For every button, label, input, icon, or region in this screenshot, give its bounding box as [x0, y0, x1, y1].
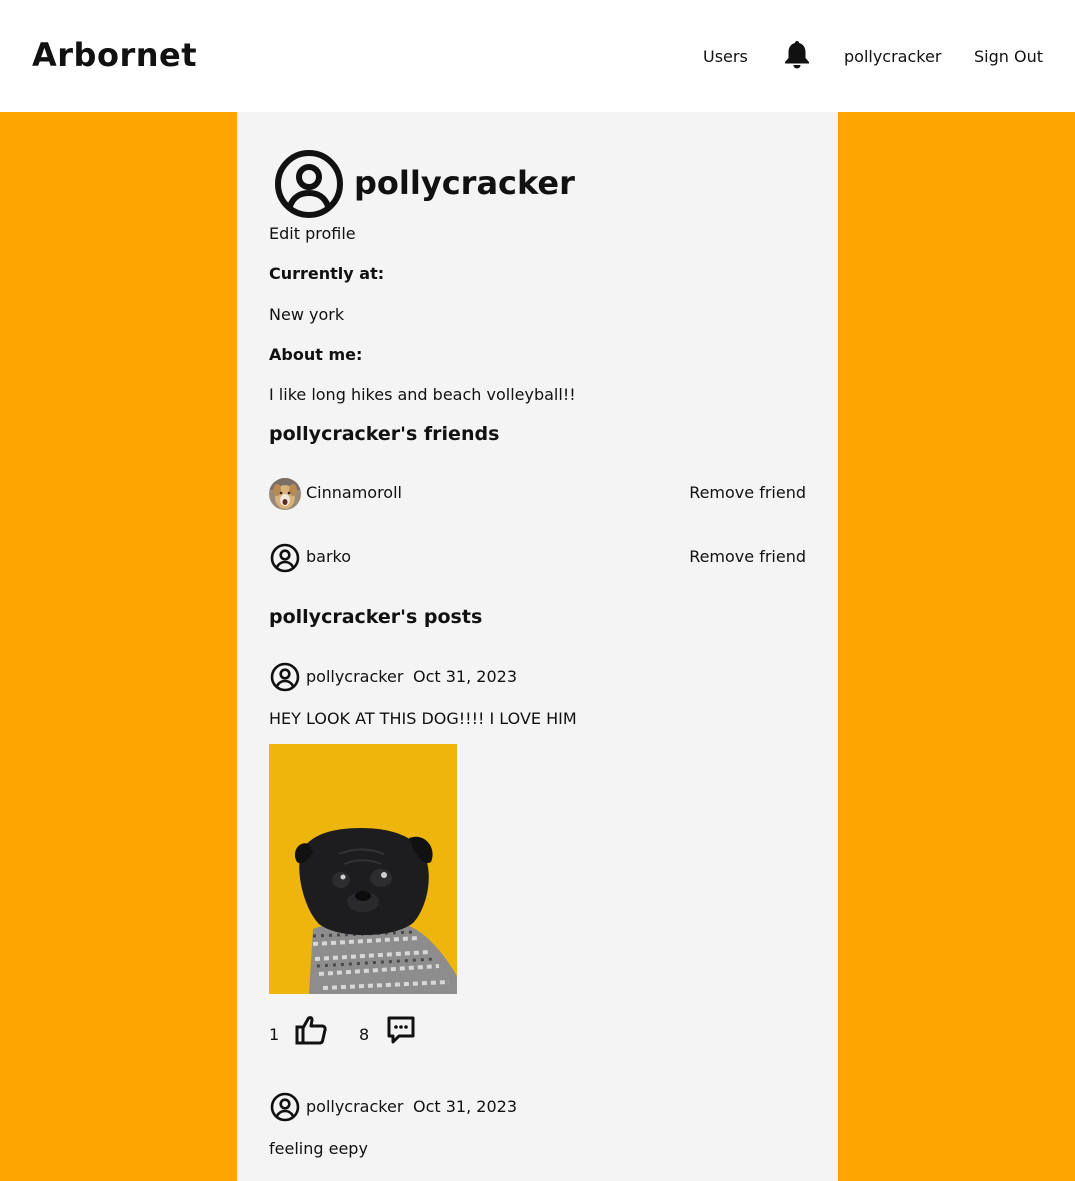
- user-circle-icon[interactable]: [270, 543, 300, 573]
- post-author[interactable]: pollycracker: [306, 1097, 403, 1116]
- about-me-label: About me:: [269, 345, 363, 364]
- friend-name[interactable]: Cinnamoroll: [306, 483, 402, 502]
- profile-username: pollycracker: [354, 164, 575, 202]
- nav-profile-link[interactable]: pollycracker: [844, 47, 941, 66]
- post-author[interactable]: pollycracker: [306, 667, 403, 686]
- bell-icon[interactable]: [783, 39, 811, 69]
- friend-name[interactable]: barko: [306, 547, 351, 566]
- friends-heading: pollycracker's friends: [269, 423, 500, 445]
- remove-friend-button[interactable]: Remove friend: [689, 547, 806, 566]
- nav-users-link[interactable]: Users: [703, 47, 748, 66]
- posts-heading: pollycracker's posts: [269, 606, 483, 628]
- profile-avatar-icon: [274, 149, 344, 219]
- user-circle-icon: [270, 1092, 300, 1122]
- sign-out-link[interactable]: Sign Out: [974, 47, 1043, 66]
- friend-photo-avatar[interactable]: [269, 478, 301, 510]
- remove-friend-button[interactable]: Remove friend: [689, 483, 806, 502]
- profile-panel: pollycracker Edit profile Currently at: …: [237, 112, 838, 1181]
- currently-at-value: New york: [269, 305, 345, 324]
- top-navbar: Arbornet Users pollycracker Sign Out: [0, 0, 1075, 112]
- friend-row: Cinnamoroll Remove friend: [269, 478, 806, 510]
- post-image[interactable]: [269, 744, 457, 994]
- comment-icon[interactable]: [386, 1015, 416, 1045]
- friend-row: barko Remove friend: [269, 542, 806, 574]
- comment-count: 8: [359, 1025, 370, 1044]
- user-circle-icon: [270, 662, 300, 692]
- edit-profile-link[interactable]: Edit profile: [269, 224, 356, 243]
- brand-logo[interactable]: Arbornet: [32, 36, 197, 74]
- post-date: Oct 31, 2023: [413, 667, 517, 686]
- currently-at-label: Currently at:: [269, 264, 385, 283]
- post-date: Oct 31, 2023: [413, 1097, 517, 1116]
- post-text: HEY LOOK AT THIS DOG!!!! I LOVE HIM: [269, 709, 577, 728]
- post-text: feeling eepy: [269, 1139, 368, 1158]
- like-count: 1: [269, 1025, 280, 1044]
- about-me-value: I like long hikes and beach volleyball!!: [269, 385, 576, 404]
- thumbs-up-icon[interactable]: [295, 1015, 327, 1045]
